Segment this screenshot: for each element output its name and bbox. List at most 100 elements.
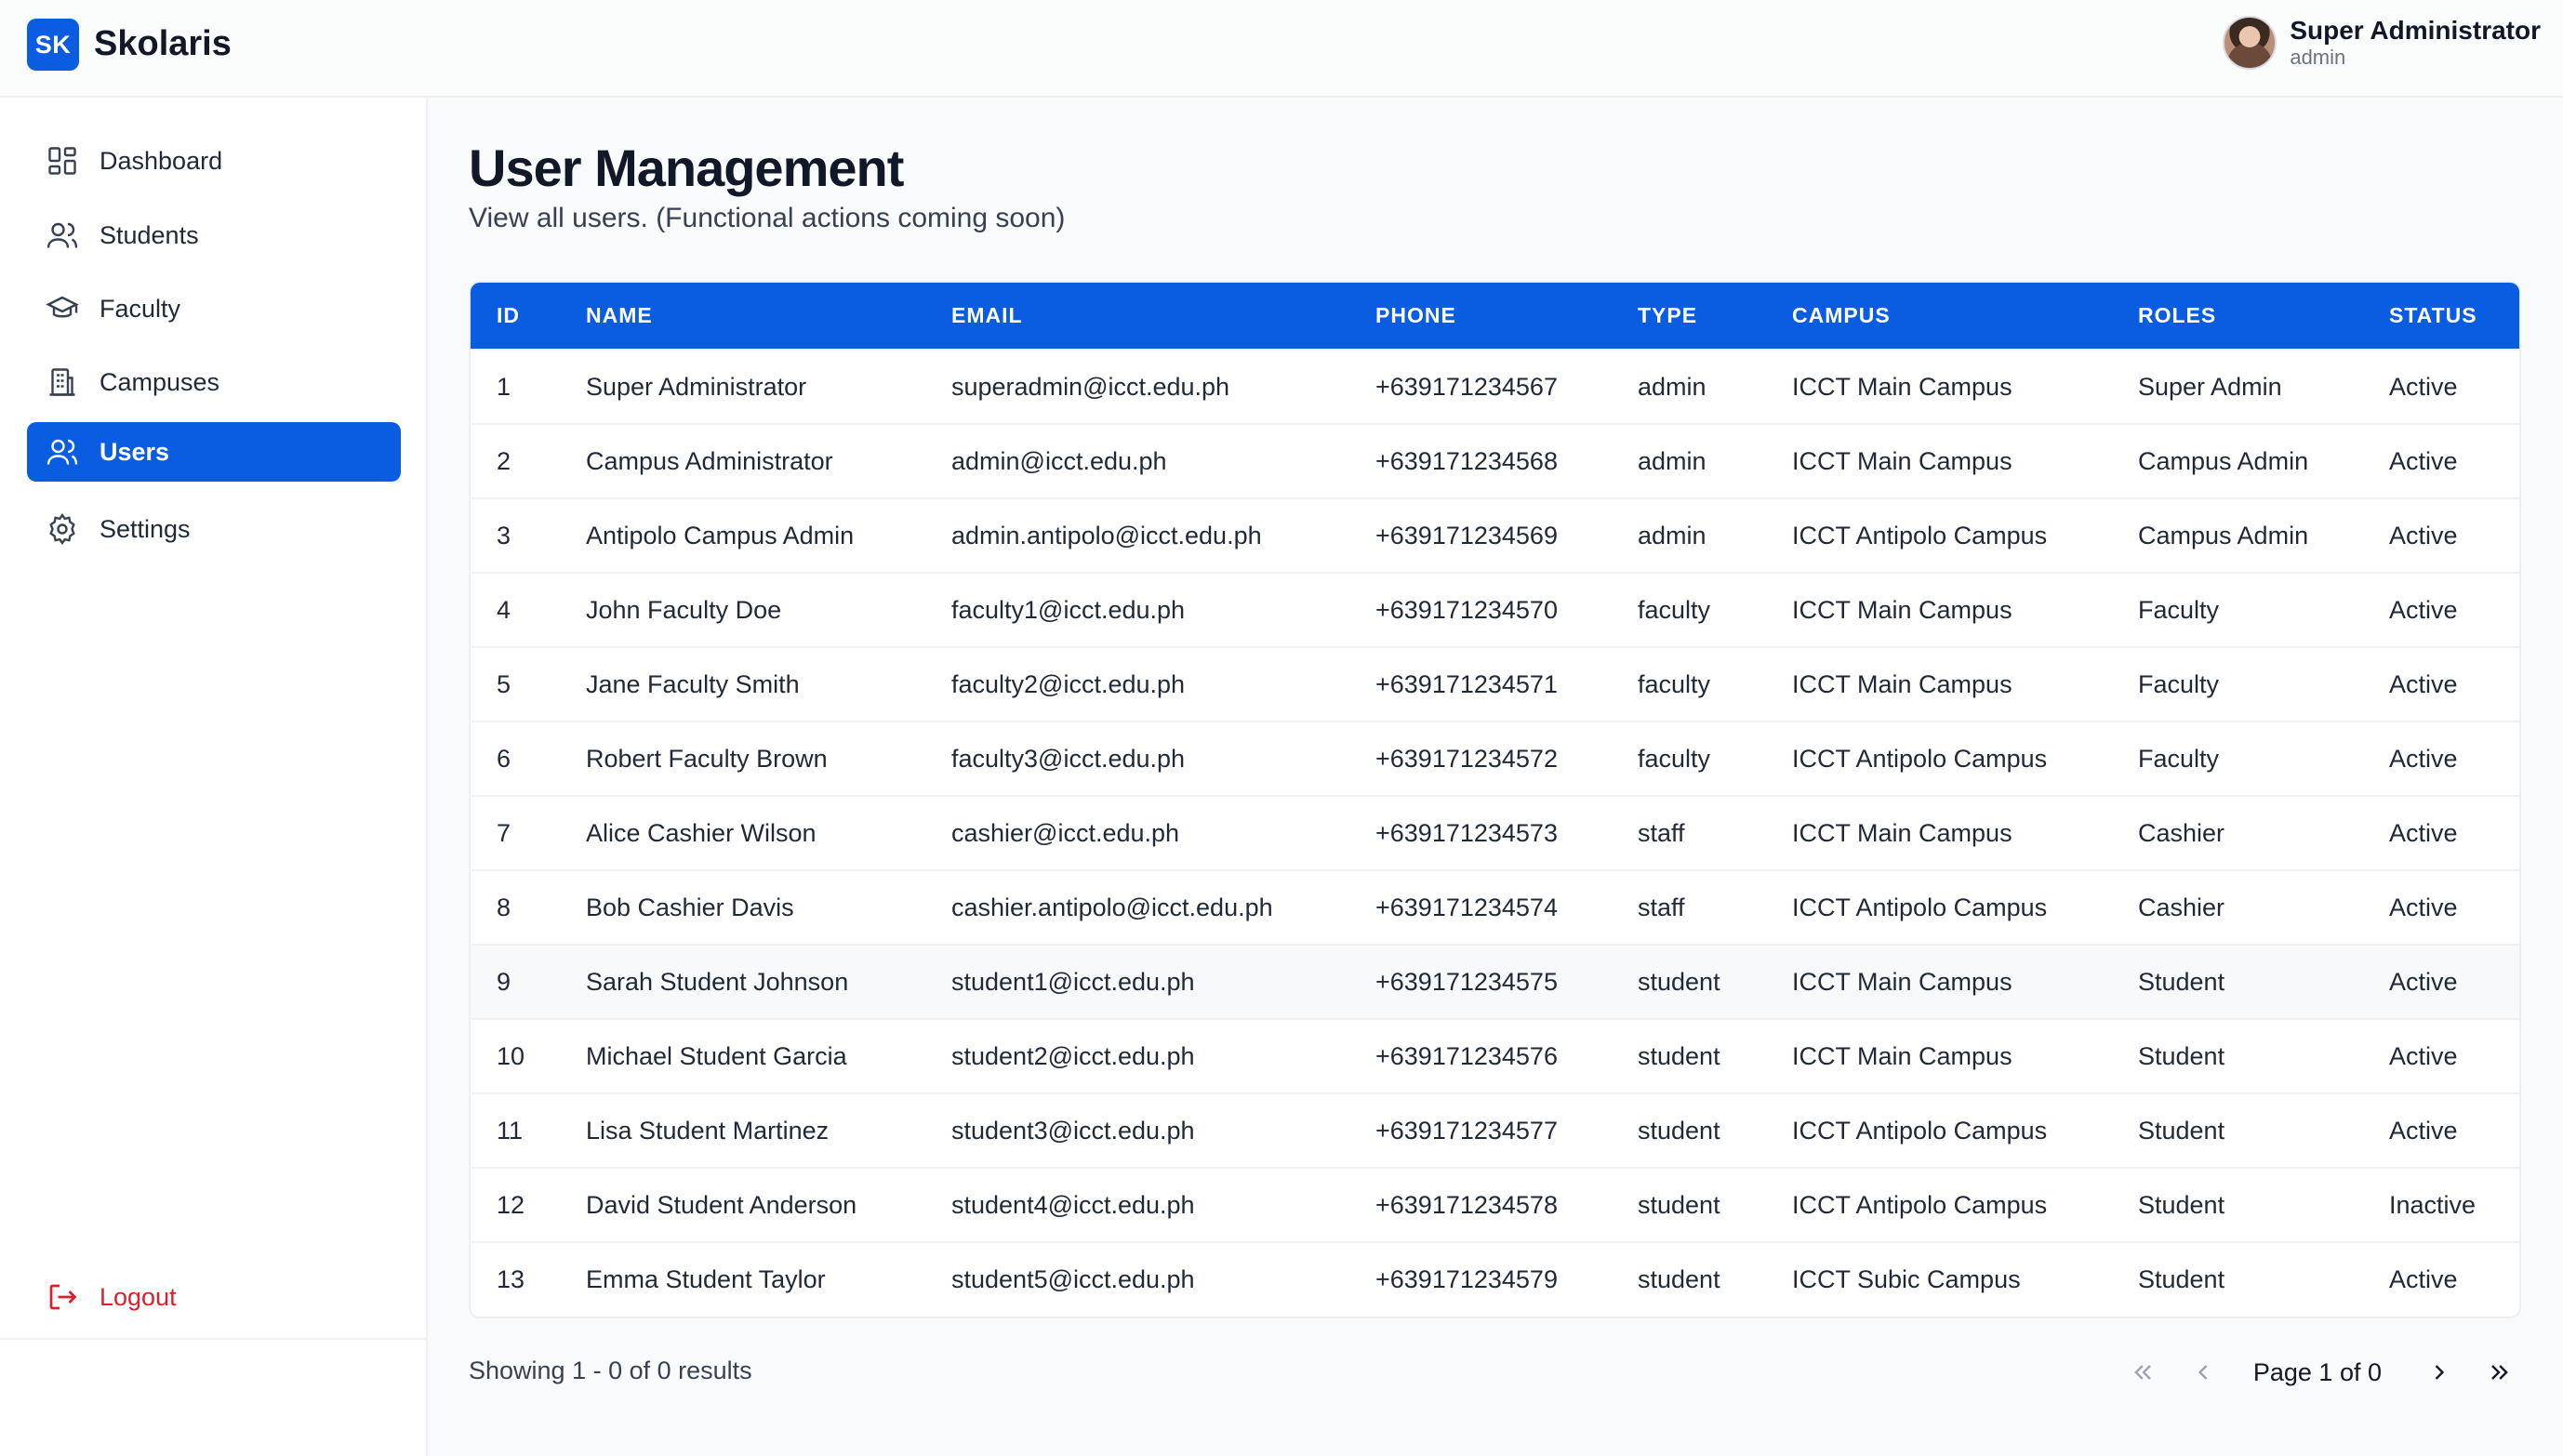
cell-status: Active — [2389, 893, 2458, 921]
table-row[interactable]: 4 John Faculty Doe faculty1@icct.edu.ph +63… — [471, 573, 2519, 647]
cell-id: 2 — [497, 446, 511, 475]
table-row[interactable]: 6 Robert Faculty Brown faculty3@icct.edu.p… — [471, 721, 2519, 796]
avatar[interactable] — [2223, 15, 2277, 70]
cell-roles: Campus Admin — [2138, 446, 2309, 475]
table-header-row: ID NAME EMAIL PHONE TYPE CAMPUS ROLES STATUS — [471, 283, 2519, 350]
cell-name: Bob Cashier Davis — [586, 893, 794, 921]
prev-page-button[interactable] — [2181, 1350, 2225, 1395]
cell-name: Alice Cashier Wilson — [586, 818, 817, 847]
cell-phone: +639171234567 — [1375, 372, 1558, 401]
table-body: 1 Super Administrator superadmin@icct.edu.… — [471, 350, 2519, 1317]
sidebar-item-students[interactable]: Students — [27, 205, 401, 265]
cell-type: faculty — [1638, 595, 1711, 624]
sidebar-item-label: Faculty — [100, 294, 181, 323]
cell-phone: +639171234577 — [1375, 1116, 1558, 1145]
cell-type: admin — [1638, 446, 1706, 475]
table-row[interactable]: 12 David Student Anderson student4@icct.ed… — [471, 1168, 2519, 1242]
last-page-button[interactable] — [2477, 1350, 2521, 1395]
table-row[interactable]: 11 Lisa Student Martinez student3@icct.edu… — [471, 1093, 2519, 1168]
cell-status: Active — [2389, 818, 2458, 847]
cell-phone: +639171234574 — [1375, 893, 1558, 921]
cell-phone: +639171234570 — [1375, 595, 1558, 624]
user-name: Super Administrator — [2290, 16, 2541, 45]
app-logo[interactable]: SK — [27, 19, 79, 71]
table-row[interactable]: 2 Campus Administrator admin@icct.edu.ph +6… — [471, 424, 2519, 498]
cell-status: Active — [2389, 446, 2458, 475]
cell-status: Active — [2389, 1041, 2458, 1070]
cell-id: 7 — [497, 818, 511, 847]
cell-name: Super Administrator — [586, 372, 807, 401]
cell-status: Active — [2389, 669, 2458, 698]
cell-type: faculty — [1638, 669, 1711, 698]
cell-campus: ICCT Main Campus — [1792, 446, 2012, 475]
sidebar-item-users[interactable]: Users — [27, 422, 401, 482]
cell-phone: +639171234568 — [1375, 446, 1558, 475]
table-row[interactable]: 1 Super Administrator superadmin@icct.edu.… — [471, 350, 2519, 424]
table-row[interactable]: 9 Sarah Student Johnson student1@icct.edu.… — [471, 945, 2519, 1019]
cell-email: student5@icct.edu.ph — [951, 1265, 1195, 1293]
users-icon — [46, 222, 78, 248]
cell-roles: Student — [2138, 1265, 2225, 1293]
cell-email: admin.antipolo@icct.edu.ph — [951, 521, 1262, 549]
cell-roles: Student — [2138, 1041, 2225, 1070]
cell-name: Emma Student Taylor — [586, 1265, 826, 1293]
column-header-status: STATUS — [2389, 303, 2477, 327]
table-row[interactable]: 10 Michael Student Garcia student2@icct.ed… — [471, 1019, 2519, 1093]
sidebar-item-campuses[interactable]: Campuses — [27, 352, 401, 412]
chevrons-right-icon — [2491, 1365, 2508, 1380]
cell-name: Lisa Student Martinez — [586, 1116, 830, 1145]
users-icon — [46, 439, 78, 465]
cell-status: Inactive — [2389, 1190, 2477, 1219]
dashboard-icon — [48, 147, 76, 175]
cell-type: admin — [1638, 372, 1706, 401]
cell-campus: ICCT Main Campus — [1792, 595, 2012, 624]
cell-roles: Student — [2138, 1190, 2225, 1219]
cell-type: student — [1638, 1041, 1720, 1070]
page-title: User Management — [469, 139, 904, 197]
cell-campus: ICCT Main Campus — [1792, 1041, 2012, 1070]
cell-type: faculty — [1638, 744, 1711, 773]
cell-email: student4@icct.edu.ph — [951, 1190, 1195, 1219]
cell-phone: +639171234569 — [1375, 521, 1558, 549]
app-name[interactable]: Skolaris — [94, 24, 232, 64]
table-row[interactable]: 3 Antipolo Campus Admin admin.antipolo@icc… — [471, 498, 2519, 573]
results-summary: Showing 1 - 0 of 0 results — [469, 1357, 752, 1384]
logout-button[interactable]: Logout — [27, 1267, 401, 1327]
chevron-right-icon — [2435, 1365, 2445, 1380]
sidebar-item-label: Campuses — [100, 367, 220, 396]
cell-status: Active — [2389, 744, 2458, 773]
page-indicator: Page 1 of 0 — [2252, 1357, 2382, 1386]
cell-id: 10 — [497, 1041, 525, 1070]
sidebar-item-settings[interactable]: Settings — [27, 499, 401, 559]
table-row[interactable]: 13 Emma Student Taylor student5@icct.edu.p… — [471, 1242, 2519, 1317]
cell-roles: Student — [2138, 967, 2225, 996]
table-row[interactable]: 7 Alice Cashier Wilson cashier@icct.edu.ph… — [471, 796, 2519, 870]
sidebar-divider — [0, 1338, 426, 1340]
chevron-left-icon — [2198, 1365, 2208, 1380]
sidebar: Dashboard Students Faculty Campuses User… — [0, 98, 428, 1456]
logout-icon — [49, 1284, 77, 1310]
cell-roles: Faculty — [2138, 669, 2220, 698]
cell-roles: Super Admin — [2138, 372, 2282, 401]
gear-icon — [49, 512, 75, 546]
next-page-button[interactable] — [2417, 1350, 2462, 1395]
cell-type: student — [1638, 1190, 1720, 1219]
cell-roles: Faculty — [2138, 744, 2220, 773]
first-page-button[interactable] — [2121, 1350, 2166, 1395]
cell-email: cashier@icct.edu.ph — [951, 818, 1180, 847]
cell-roles: Cashier — [2138, 893, 2225, 921]
cell-name: Antipolo Campus Admin — [586, 521, 855, 549]
cell-campus: ICCT Main Campus — [1792, 669, 2012, 698]
pagination: Page 1 of 0 — [2106, 1350, 2521, 1395]
cell-id: 9 — [497, 967, 511, 996]
sidebar-item-dashboard[interactable]: Dashboard — [27, 131, 401, 191]
cell-status: Active — [2389, 521, 2458, 549]
user-menu[interactable]: Super Administrator admin — [2223, 15, 2541, 70]
sidebar-item-faculty[interactable]: Faculty — [27, 279, 401, 338]
cell-phone: +639171234572 — [1375, 744, 1558, 773]
cell-type: admin — [1638, 521, 1706, 549]
table-row[interactable]: 8 Bob Cashier Davis cashier.antipolo@icct.… — [471, 870, 2519, 945]
cell-type: student — [1638, 967, 1720, 996]
column-header-phone: PHONE — [1375, 303, 1456, 327]
table-row[interactable]: 5 Jane Faculty Smith faculty2@icct.edu.ph +… — [471, 647, 2519, 721]
